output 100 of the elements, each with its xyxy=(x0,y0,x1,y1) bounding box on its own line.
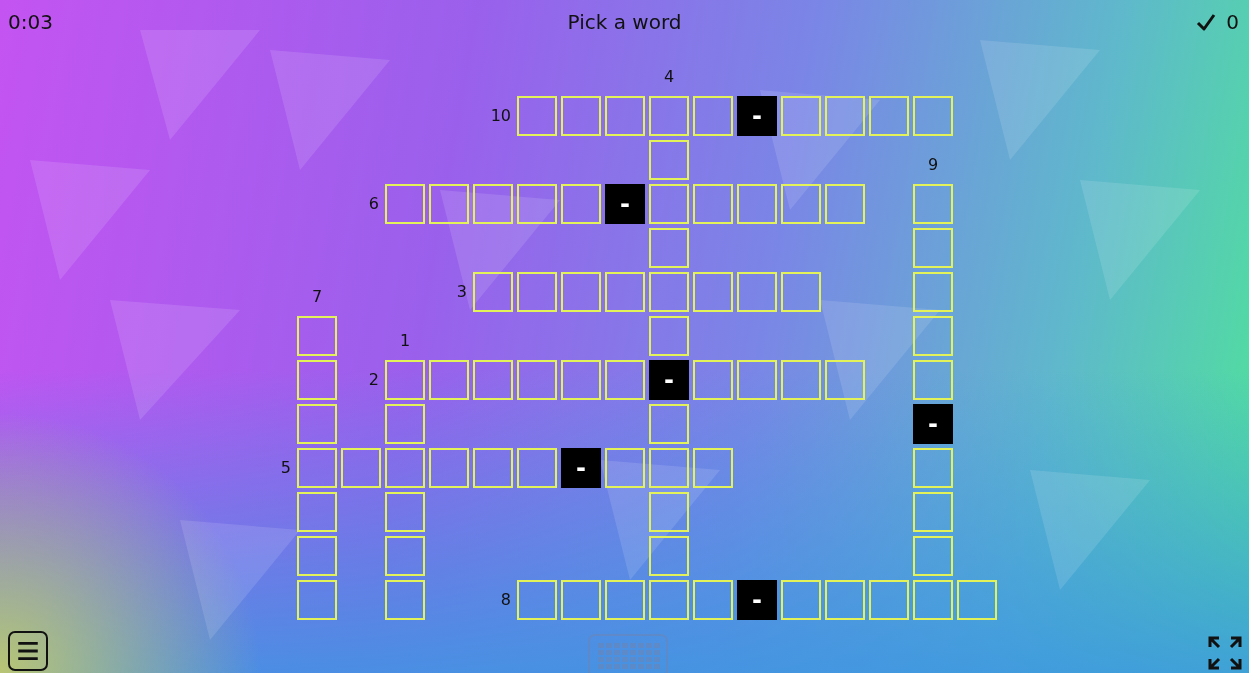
crossword-cell[interactable] xyxy=(781,580,821,620)
crossword-cell[interactable] xyxy=(825,96,865,136)
crossword-cell[interactable] xyxy=(869,96,909,136)
crossword-cell[interactable] xyxy=(825,360,865,400)
crossword-cell[interactable] xyxy=(297,492,337,532)
crossword-cell[interactable] xyxy=(385,536,425,576)
crossword-cell[interactable] xyxy=(693,96,733,136)
crossword-cell[interactable] xyxy=(913,228,953,268)
crossword-cell[interactable] xyxy=(737,272,777,312)
score: 0 xyxy=(1226,10,1239,34)
fullscreen-icon[interactable] xyxy=(1207,635,1243,671)
crossword-cell[interactable] xyxy=(385,580,425,620)
crossword-cell[interactable] xyxy=(297,448,337,488)
crossword-cell[interactable] xyxy=(649,316,689,356)
clue-number: 9 xyxy=(926,155,940,174)
clue-number: 4 xyxy=(662,67,676,86)
crossword-block-cell: - xyxy=(605,184,645,224)
timer: 0:03 xyxy=(8,10,53,34)
crossword-cell[interactable] xyxy=(561,184,601,224)
clue-number: 2 xyxy=(368,370,379,389)
crossword-cell[interactable] xyxy=(561,360,601,400)
clue-number: 7 xyxy=(310,287,324,306)
crossword-cell[interactable] xyxy=(297,536,337,576)
crossword-cell[interactable] xyxy=(825,580,865,620)
crossword-cell[interactable] xyxy=(649,140,689,180)
crossword-block-cell: - xyxy=(737,96,777,136)
checkmark-icon xyxy=(1196,12,1217,32)
crossword-cell[interactable] xyxy=(825,184,865,224)
crossword-cell[interactable] xyxy=(649,404,689,444)
crossword-cell[interactable] xyxy=(649,448,689,488)
crossword-cell[interactable] xyxy=(913,536,953,576)
clue-number: 10 xyxy=(490,106,511,125)
crossword-cell[interactable] xyxy=(517,184,557,224)
crossword-cell[interactable] xyxy=(693,580,733,620)
crossword-cell[interactable] xyxy=(517,580,557,620)
title: Pick a word xyxy=(567,10,682,34)
crossword-cell[interactable] xyxy=(517,448,557,488)
crossword-cell[interactable] xyxy=(693,272,733,312)
crossword-block-cell: - xyxy=(913,404,953,444)
crossword-cell[interactable] xyxy=(737,184,777,224)
clue-number: 5 xyxy=(280,458,291,477)
crossword-cell[interactable] xyxy=(913,184,953,224)
crossword-cell[interactable] xyxy=(429,448,469,488)
crossword-cell[interactable] xyxy=(737,360,777,400)
crossword-cell[interactable] xyxy=(297,360,337,400)
crossword-cell[interactable] xyxy=(385,184,425,224)
crossword-cell[interactable] xyxy=(781,272,821,312)
menu-button[interactable] xyxy=(8,631,48,671)
crossword-cell[interactable] xyxy=(913,360,953,400)
crossword-cell[interactable] xyxy=(693,184,733,224)
crossword-cell[interactable] xyxy=(781,360,821,400)
crossword-cell[interactable] xyxy=(649,228,689,268)
crossword-block-cell: - xyxy=(649,360,689,400)
crossword-cell[interactable] xyxy=(297,404,337,444)
crossword-cell[interactable] xyxy=(781,96,821,136)
crossword-cell[interactable] xyxy=(473,272,513,312)
crossword-cell[interactable] xyxy=(649,580,689,620)
crossword-cell[interactable] xyxy=(561,96,601,136)
crossword-cell[interactable] xyxy=(341,448,381,488)
crossword-cell[interactable] xyxy=(473,448,513,488)
crossword-cell[interactable] xyxy=(913,448,953,488)
crossword-cell[interactable] xyxy=(473,184,513,224)
clue-number: 1 xyxy=(398,331,412,350)
crossword-cell[interactable] xyxy=(605,360,645,400)
crossword-cell[interactable] xyxy=(649,492,689,532)
crossword-cell[interactable] xyxy=(517,96,557,136)
crossword-cell[interactable] xyxy=(473,360,513,400)
crossword-cell[interactable] xyxy=(781,184,821,224)
crossword-cell[interactable] xyxy=(605,448,645,488)
crossword-cell[interactable] xyxy=(429,360,469,400)
crossword-cell[interactable] xyxy=(649,272,689,312)
crossword-cell[interactable] xyxy=(913,316,953,356)
crossword-cell[interactable] xyxy=(913,96,953,136)
crossword-block-cell: - xyxy=(561,448,601,488)
crossword-cell[interactable] xyxy=(649,96,689,136)
crossword-cell[interactable] xyxy=(385,448,425,488)
crossword-cell[interactable] xyxy=(297,316,337,356)
crossword-cell[interactable] xyxy=(913,272,953,312)
crossword-cell[interactable] xyxy=(649,184,689,224)
crossword-cell[interactable] xyxy=(957,580,997,620)
crossword-cell[interactable] xyxy=(385,404,425,444)
crossword-cell[interactable] xyxy=(693,360,733,400)
crossword-cell[interactable] xyxy=(605,96,645,136)
crossword-cell[interactable] xyxy=(561,580,601,620)
crossword-cell[interactable] xyxy=(605,580,645,620)
crossword-cell[interactable] xyxy=(297,580,337,620)
crossword-cell[interactable] xyxy=(429,184,469,224)
crossword-cell[interactable] xyxy=(385,360,425,400)
crossword-cell[interactable] xyxy=(561,272,601,312)
crossword-cell[interactable] xyxy=(693,448,733,488)
crossword-cell[interactable] xyxy=(649,536,689,576)
crossword-cell[interactable] xyxy=(605,272,645,312)
clue-number: 8 xyxy=(500,590,511,609)
crossword-cell[interactable] xyxy=(869,580,909,620)
crossword-cell[interactable] xyxy=(913,580,953,620)
crossword-cell[interactable] xyxy=(517,360,557,400)
crossword-cell[interactable] xyxy=(517,272,557,312)
crossword-cell[interactable] xyxy=(913,492,953,532)
crossword-cell[interactable] xyxy=(385,492,425,532)
clue-number: 3 xyxy=(456,282,467,301)
